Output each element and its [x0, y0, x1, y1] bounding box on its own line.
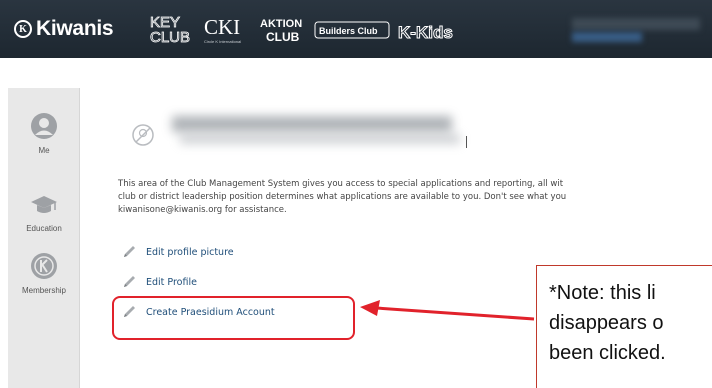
sidebar-item-label: Me	[38, 146, 50, 155]
note-line: been clicked.	[549, 342, 666, 364]
brand-name: Kiwanis	[36, 17, 114, 40]
graduation-cap-icon	[31, 196, 57, 213]
builders-club-logo[interactable]: Builders Club	[314, 14, 390, 44]
person-icon	[31, 113, 57, 139]
kiwanis-logo[interactable]: K Kiwanis	[14, 16, 114, 42]
kiwanis-seal-icon	[31, 253, 57, 279]
aktion-club-logo[interactable]: AKTION CLUB	[258, 12, 304, 46]
profile-avatar-placeholder[interactable]	[132, 124, 154, 146]
intro-line-email: kiwanisone@kiwanis.org for assistance.	[118, 205, 287, 215]
redacted-user-link	[572, 32, 642, 42]
note-line: *Note: this li	[549, 282, 656, 304]
sidebar-item-membership[interactable]: Membership	[8, 252, 80, 295]
note-line: disappears o	[549, 312, 664, 334]
kkids-text: K-Kids	[398, 23, 453, 42]
kiwanis-seal-icon: K	[14, 20, 32, 38]
pencil-icon	[124, 276, 135, 287]
red-arrow-icon	[360, 300, 535, 321]
sidebar-item-label: Education	[26, 224, 62, 233]
action-label: Edit profile picture	[146, 246, 234, 258]
key-club-logo[interactable]: KEY CLUB	[146, 12, 202, 46]
top-header-bar: K Kiwanis KEY CLUB CKI Circle K Internat…	[0, 0, 712, 58]
intro-line: club or district leadership position det…	[118, 192, 567, 202]
edit-profile-picture-link[interactable]: Edit profile picture	[122, 244, 234, 260]
sidebar-item-me[interactable]: Me	[8, 112, 80, 155]
builders-text: Builders Club	[319, 26, 378, 36]
sidebar-item-label: Membership	[21, 286, 66, 295]
redacted-profile-name	[172, 116, 452, 132]
aktion-bottom-text: CLUB	[266, 30, 300, 44]
intro-line: This area of the Club Management System …	[118, 179, 564, 189]
note-callout: *Note: this li disappears o been clicked…	[536, 265, 712, 388]
text-cursor	[466, 136, 467, 148]
edit-profile-link[interactable]: Edit Profile	[122, 274, 197, 290]
cki-logo[interactable]: CKI Circle K International	[202, 12, 256, 46]
redacted-profile-details	[180, 134, 460, 144]
redacted-user-name	[572, 18, 700, 30]
sidebar: Me Education Membership	[8, 88, 80, 388]
aktion-top-text: AKTION	[260, 18, 302, 30]
action-label: Edit Profile	[146, 276, 197, 288]
k-kids-logo[interactable]: K-Kids	[396, 12, 462, 46]
header-user-info[interactable]	[566, 16, 712, 44]
highlight-box	[112, 296, 355, 340]
sidebar-item-education[interactable]: Education	[8, 190, 80, 233]
cki-subtext: Circle K International	[204, 39, 241, 44]
cki-text: CKI	[204, 15, 240, 39]
intro-paragraph: This area of the Club Management System …	[118, 178, 712, 217]
pencil-icon	[124, 246, 135, 257]
keyclub-bottom-text: CLUB	[150, 29, 190, 46]
